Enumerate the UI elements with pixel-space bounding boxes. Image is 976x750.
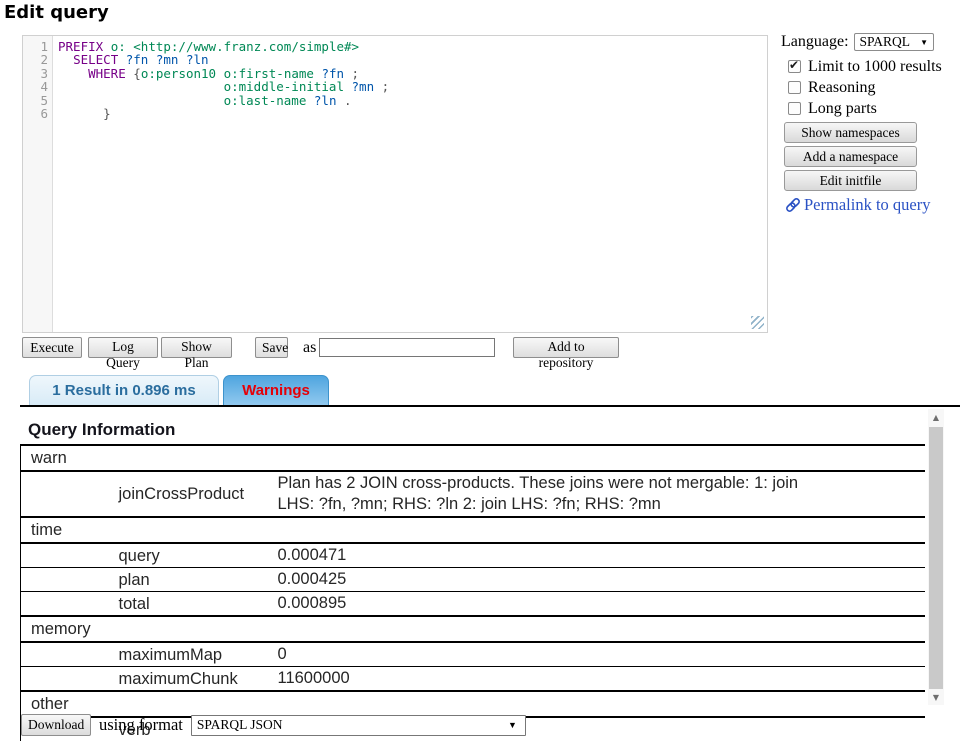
metric-key: plan	[111, 568, 270, 592]
section-label: warn	[21, 445, 926, 471]
line-number: 3	[23, 67, 48, 80]
download-button[interactable]: Download	[21, 714, 91, 736]
long-parts-label: Long parts	[808, 100, 877, 118]
section-row: warn	[21, 445, 926, 471]
line-number: 5	[23, 94, 48, 107]
show-plan-button[interactable]: Show Plan	[161, 337, 232, 358]
table-row: query0.000471	[21, 543, 926, 568]
query-code-area[interactable]: PREFIX o: <http://www.franz.com/simple#>…	[53, 36, 767, 332]
spacer-cell	[21, 592, 111, 617]
line-number-gutter: 123456	[23, 36, 53, 332]
spacer-cell	[21, 568, 111, 592]
resize-handle[interactable]	[751, 316, 764, 329]
code-line: }	[58, 107, 767, 120]
save-button[interactable]: Save	[255, 337, 288, 358]
execute-button[interactable]: Execute	[22, 337, 82, 358]
query-options-panel: Language: SPARQL ▼ Limit to 1000 results…	[781, 33, 971, 215]
tab-warnings[interactable]: Warnings	[223, 375, 329, 405]
metric-value: 0	[270, 642, 926, 667]
limit-results-checkbox[interactable]	[788, 60, 801, 73]
scroll-up-arrow-icon[interactable]: ▲	[928, 409, 944, 425]
table-row: total0.000895	[21, 592, 926, 617]
section-row: time	[21, 517, 926, 543]
query-information-heading: Query Information	[28, 420, 960, 440]
section-label: memory	[21, 616, 926, 642]
line-number: 4	[23, 80, 48, 93]
query-editor[interactable]: 123456 PREFIX o: <http://www.franz.com/s…	[22, 35, 768, 333]
scrollbar-thumb[interactable]	[929, 427, 943, 689]
code-line: SELECT ?fn ?mn ?ln	[58, 53, 767, 66]
metric-value: 0.000895	[270, 592, 926, 617]
metric-key: joinCrossProduct	[111, 471, 270, 517]
results-scrollbar[interactable]: ▲ ▼	[928, 409, 944, 705]
save-as-label: as	[303, 339, 316, 357]
query-information-panel: Query Information warnjoinCrossProductPl…	[20, 405, 960, 705]
language-selected-value: SPARQL	[860, 34, 911, 50]
reasoning-label: Reasoning	[808, 79, 876, 97]
code-line: o:middle-initial ?mn ;	[58, 80, 767, 93]
add-to-repository-button[interactable]: Add to repository	[513, 337, 619, 358]
metric-key: maximumChunk	[111, 667, 270, 692]
action-bar: Execute Log Query Show Plan Save as Add …	[22, 337, 952, 359]
edit-initfile-button[interactable]: Edit initfile	[784, 170, 917, 191]
chevron-down-icon: ▼	[920, 38, 928, 47]
section-label: time	[21, 517, 926, 543]
download-bar: Download using format SPARQL JSON ▼	[21, 714, 526, 736]
save-name-input[interactable]	[319, 338, 495, 357]
spacer-cell	[21, 642, 111, 667]
tab-warnings-label: Warnings	[242, 382, 310, 399]
reasoning-checkbox[interactable]	[788, 81, 801, 94]
spacer-cell	[21, 667, 111, 692]
limit-results-label: Limit to 1000 results	[808, 58, 942, 76]
metric-value: 11600000	[270, 667, 926, 692]
format-selected-value: SPARQL JSON	[197, 717, 283, 733]
link-chain-icon	[785, 197, 801, 213]
long-parts-checkbox[interactable]	[788, 102, 801, 115]
table-row: plan0.000425	[21, 568, 926, 592]
language-select[interactable]: SPARQL ▼	[854, 33, 934, 51]
metric-value: Plan has 2 JOIN cross-products. These jo…	[270, 471, 926, 517]
line-number: 2	[23, 53, 48, 66]
metric-value: 0.000471	[270, 543, 926, 568]
permalink-label: Permalink to query	[804, 195, 930, 215]
metric-value: 0.000425	[270, 568, 926, 592]
table-row: maximumChunk11600000	[21, 667, 926, 692]
tab-results[interactable]: 1 Result in 0.896 ms	[29, 375, 219, 405]
scroll-down-arrow-icon[interactable]: ▼	[928, 689, 944, 705]
add-namespace-button[interactable]: Add a namespace	[784, 146, 917, 167]
query-information-table: warnjoinCrossProductPlan has 2 JOIN cros…	[20, 444, 925, 741]
spacer-cell	[21, 471, 111, 517]
language-label: Language:	[781, 33, 849, 51]
metric-key: query	[111, 543, 270, 568]
code-line: WHERE {o:person10 o:first-name ?fn ;	[58, 67, 767, 80]
metric-key: maximumMap	[111, 642, 270, 667]
line-number: 1	[23, 40, 48, 53]
tab-results-label: 1 Result in 0.896 ms	[52, 382, 195, 399]
section-row: memory	[21, 616, 926, 642]
show-namespaces-button[interactable]: Show namespaces	[784, 122, 917, 143]
spacer-cell	[21, 543, 111, 568]
table-row: maximumMap0	[21, 642, 926, 667]
code-line: o:last-name ?ln .	[58, 94, 767, 107]
format-select[interactable]: SPARQL JSON ▼	[191, 715, 526, 736]
metric-key: total	[111, 592, 270, 617]
permalink-to-query-link[interactable]: Permalink to query	[785, 195, 971, 215]
code-line: PREFIX o: <http://www.franz.com/simple#>	[58, 40, 767, 53]
table-row: joinCrossProductPlan has 2 JOIN cross-pr…	[21, 471, 926, 517]
page-title: Edit query	[4, 2, 109, 23]
chevron-down-icon: ▼	[508, 720, 517, 730]
line-number: 6	[23, 107, 48, 120]
using-format-label: using format	[99, 715, 183, 735]
log-query-button[interactable]: Log Query	[88, 337, 158, 358]
